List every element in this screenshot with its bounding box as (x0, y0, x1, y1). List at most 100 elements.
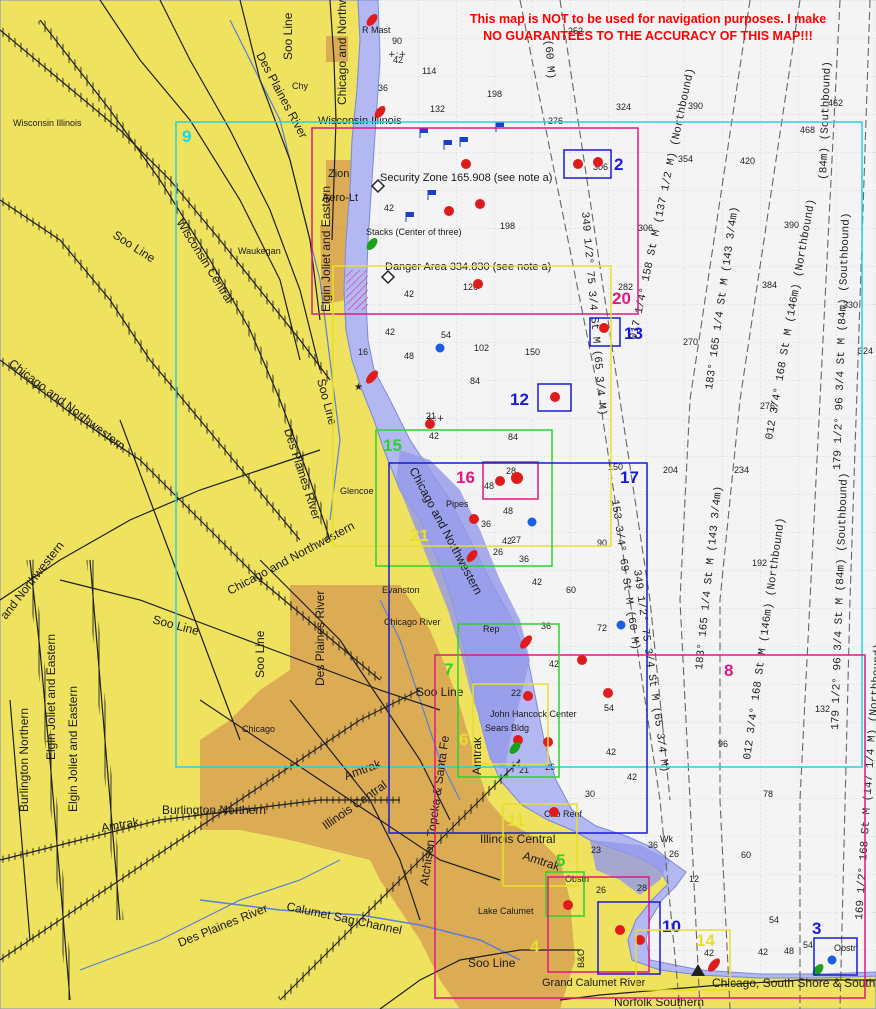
red-buoy-icon[interactable] (461, 159, 471, 169)
depth-sounding: 48 (784, 946, 794, 956)
lighthouse-icon[interactable]: ★ (354, 382, 363, 393)
wreck-icon[interactable]: +:+ (426, 414, 444, 424)
red-buoy-icon[interactable] (549, 807, 559, 817)
label-grand-calumet: Grand Calumet River (542, 977, 646, 989)
depth-sounding: 36 (519, 554, 529, 564)
depth-sounding: 28 (637, 883, 647, 893)
label-amtrak: Amtrak (470, 736, 484, 775)
label-elgin-joliet-eastern: Elgin Joliet and Eastern (66, 686, 80, 812)
red-buoy-icon[interactable] (511, 472, 523, 484)
blue-marker-icon[interactable] (616, 620, 626, 630)
red-buoy-icon[interactable] (563, 900, 573, 910)
depth-sounding: 114 (422, 66, 436, 76)
depth-sounding: 54 (803, 940, 813, 950)
depth-sounding: 42 (385, 327, 395, 337)
chart-box-label-17: 17 (620, 468, 639, 487)
label-burlington-northern: Burlington Northern (17, 708, 31, 812)
depth-sounding: 42 (384, 203, 394, 213)
chart-box-label-2: 2 (614, 155, 623, 174)
depth-sounding: 234 (734, 465, 749, 475)
red-buoy-icon[interactable] (599, 323, 609, 333)
label-security-zone: Security Zone 165.908 (see note a) (380, 172, 552, 184)
red-buoy-icon[interactable] (495, 476, 505, 486)
red-buoy-icon[interactable] (475, 199, 485, 209)
label-wisconsin-illinois-shore: Wisconsin Illinois (318, 115, 402, 127)
red-buoy-icon[interactable] (523, 691, 533, 701)
red-buoy-icon[interactable] (469, 514, 479, 524)
depth-sounding: 36 (378, 83, 388, 93)
label-rep: Rep (483, 624, 500, 634)
depth-sounding: 48 (484, 481, 494, 491)
depth-sounding: 26 (596, 885, 606, 895)
label-pipes: Pipes (446, 499, 469, 509)
depth-sounding: 354 (678, 154, 693, 164)
red-buoy-icon[interactable] (444, 206, 454, 216)
depth-sounding: 60 (566, 585, 576, 595)
label-illinois-central: Illinois Central (480, 832, 555, 846)
depth-sounding: 420 (740, 156, 755, 166)
chart-box-label-10: 10 (662, 917, 681, 936)
blue-marker-icon[interactable] (527, 517, 537, 527)
disclaimer-line-2: NO GUARANTEES TO THE ACCURACY OF THIS MA… (483, 29, 813, 43)
depth-sounding: 192 (752, 558, 767, 568)
red-buoy-icon[interactable] (550, 392, 560, 402)
label-lake-calumet: Lake Calumet (478, 906, 534, 916)
depth-sounding: 36 (648, 840, 658, 850)
depth-sounding: 54 (604, 703, 614, 713)
depth-sounding: 384 (762, 280, 777, 290)
label-chicago-river: Chicago River (384, 617, 441, 627)
chart-box-label-14: 14 (696, 931, 715, 950)
depth-sounding: 42 (627, 772, 637, 782)
chart-box-label-9: 9 (182, 127, 191, 146)
red-buoy-icon[interactable] (593, 157, 603, 167)
red-buoy-icon[interactable] (573, 159, 583, 169)
label-chicago: Chicago (242, 724, 275, 734)
depth-sounding: 54 (769, 915, 779, 925)
label-b-and-o: B&O (576, 949, 586, 968)
red-buoy-icon[interactable] (615, 925, 625, 935)
label-danger-area: Danger Area 334.830 (see note a) (385, 261, 551, 273)
chart-box-label-8: 8 (724, 661, 733, 680)
blue-marker-icon[interactable] (827, 955, 837, 965)
depth-sounding: 42 (532, 577, 542, 587)
label-stacks: Stacks (Center of three) (366, 227, 462, 237)
depth-sounding: 16 (358, 347, 368, 357)
depth-sounding: 60 (741, 850, 751, 860)
depth-sounding: 84 (508, 432, 518, 442)
label-burlington-northern: Burlington Northern (162, 803, 266, 817)
label-soo-line: Soo Line (281, 12, 295, 60)
label-wk: Wk (660, 834, 673, 844)
chart-box-label-3: 3 (812, 919, 821, 938)
depth-sounding: 324 (858, 346, 873, 356)
nautical-chart-map[interactable]: 42 114 90 252 462 198 324 390 36 132 276 468 354 420 3… (0, 0, 876, 1009)
depth-sounding: 23 (591, 845, 601, 855)
depth-sounding: 26 (669, 849, 679, 859)
wreck-icon[interactable]: +:+ (388, 50, 406, 60)
chart-box-label-6: 6 (459, 730, 468, 749)
label-r-mast: R Mast (362, 25, 391, 35)
depth-sounding: 84 (470, 376, 480, 386)
depth-sounding: 12 (689, 874, 699, 884)
svg-text:+:+: +:+ (388, 50, 406, 60)
label-elgin-joliet-eastern: Elgin Joliet and Eastern (319, 186, 333, 312)
label-john-hancock: John Hancock Center (490, 709, 577, 719)
depth-sounding: 42 (606, 747, 616, 757)
label-zion: Zion (328, 168, 349, 180)
label-sears-bldg: Sears Bldg (485, 723, 529, 733)
red-buoy-icon[interactable] (603, 688, 613, 698)
depth-sounding: 78 (763, 789, 773, 799)
red-buoy-icon[interactable] (473, 279, 483, 289)
depth-sounding: 42 (549, 659, 559, 669)
depth-sounding: 48 (404, 351, 414, 361)
chart-canvas[interactable]: 4211490252462198324 39036132276468354 4203… (0, 0, 876, 1009)
label-soo-line: Soo Line (416, 685, 464, 699)
depth-sounding: 26 (493, 547, 503, 557)
depth-sounding: 42 (758, 947, 768, 957)
depth-sounding: 96 (718, 739, 728, 749)
disclaimer-line-1: This map is NOT to be used for navigatio… (470, 12, 826, 26)
label-norfolk-southern: Norfolk Southern (614, 995, 704, 1009)
label-elgin-joliet-eastern: Elgin Joliet and Eastern (44, 634, 58, 760)
blue-marker-icon[interactable] (435, 343, 445, 353)
red-buoy-icon[interactable] (577, 655, 587, 665)
depth-sounding: 468 (800, 125, 815, 135)
